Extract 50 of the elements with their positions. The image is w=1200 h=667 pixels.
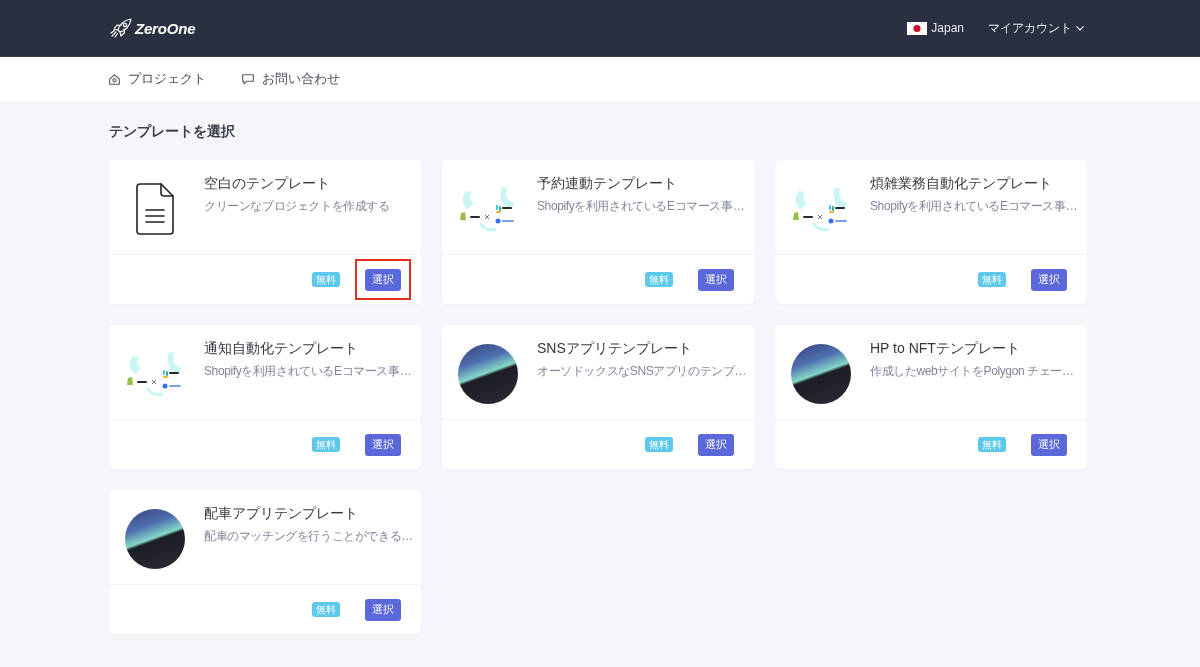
- template-card[interactable]: SNSアプリテンプレート オーソドックスなSNSアプリのテンプ… 無料 選択: [442, 325, 754, 469]
- select-button[interactable]: 選択: [365, 433, 401, 456]
- template-description: オーソドックスなSNSアプリのテンプ…: [537, 364, 748, 379]
- price-badge: 無料: [978, 272, 1006, 287]
- template-title: SNSアプリテンプレート: [537, 339, 693, 357]
- app-preview-image: [791, 344, 851, 404]
- app-preview-image: [458, 344, 518, 404]
- template-title: 空白のテンプレート: [204, 174, 331, 192]
- rocket-icon[interactable]: [110, 18, 132, 38]
- template-description: クリーンなプロジェクトを作成する: [204, 199, 391, 214]
- price-badge: 無料: [645, 272, 673, 287]
- template-card[interactable]: 空白のテンプレート クリーンなプロジェクトを作成する 無料 選択: [109, 160, 421, 304]
- template-card[interactable]: HP to NFTテンプレート 作成したwebサイトをPolygon チェー… 無料 選択: [775, 325, 1087, 469]
- select-button[interactable]: 選択: [698, 433, 734, 456]
- logo-text[interactable]: ZeroOne: [135, 19, 196, 37]
- select-button[interactable]: 選択: [698, 268, 734, 291]
- nav-link[interactable]: プロジェクト: [109, 71, 206, 88]
- template-card[interactable]: 予約連動テンプレート Shopifyを利用されているEコマース事… 無料 選択: [442, 160, 754, 304]
- template-card[interactable]: 配車アプリテンプレート 配車のマッチングを行うことができる… 無料 選択: [109, 490, 421, 634]
- app-preview-image: [125, 509, 185, 569]
- price-badge: 無料: [312, 437, 340, 452]
- template-description: 配車のマッチングを行うことができる…: [204, 529, 414, 544]
- template-title: 煩雑業務自動化テンプレート: [870, 174, 1053, 192]
- flag-icon: [907, 21, 928, 35]
- price-badge: 無料: [978, 437, 1006, 452]
- nav-link[interactable]: お問い合わせ: [242, 71, 340, 88]
- template-description: Shopifyを利用されているEコマース事…: [870, 199, 1079, 214]
- page-heading: テンプレートを選択: [109, 123, 235, 139]
- template-description: Shopifyを利用されているEコマース事…: [204, 364, 413, 379]
- template-title: 通知自動化テンプレート: [204, 339, 359, 357]
- template-card[interactable]: 煩雑業務自動化テンプレート Shopifyを利用されているEコマース事… 無料 選択: [775, 160, 1087, 304]
- template-description: 作成したwebサイトをPolygon チェー…: [870, 364, 1075, 379]
- template-title: 予約連動テンプレート: [537, 174, 678, 192]
- price-badge: 無料: [312, 272, 340, 287]
- price-badge: 無料: [312, 602, 340, 617]
- account-menu[interactable]: マイアカウント: [988, 20, 1084, 36]
- template-title: HP to NFTテンプレート: [870, 339, 1021, 357]
- price-badge: 無料: [645, 437, 673, 452]
- select-button[interactable]: 選択: [365, 268, 401, 291]
- document-icon: [136, 183, 174, 235]
- template-title: 配車アプリテンプレート: [204, 504, 359, 522]
- template-description: Shopifyを利用されているEコマース事…: [537, 199, 746, 214]
- select-button[interactable]: 選択: [1031, 433, 1067, 456]
- home-icon: [109, 74, 120, 85]
- template-card[interactable]: 通知自動化テンプレート Shopifyを利用されているEコマース事… 無料 選択: [109, 325, 421, 469]
- select-button[interactable]: 選択: [365, 598, 401, 621]
- chevron-down-icon: [1076, 25, 1084, 31]
- chat-icon: [242, 74, 254, 85]
- language-selector[interactable]: Japan: [907, 21, 964, 35]
- select-button[interactable]: 選択: [1031, 268, 1067, 291]
